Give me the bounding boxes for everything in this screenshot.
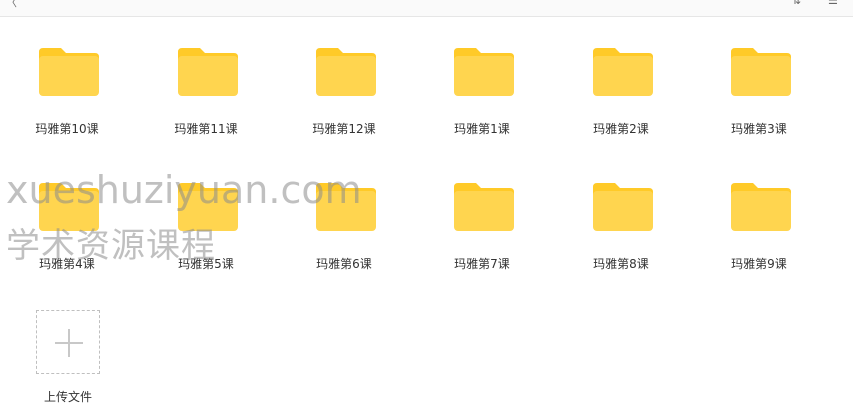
folder-item[interactable]: 玛雅第9课: [704, 181, 814, 291]
folder-label: 玛雅第2课: [593, 122, 649, 136]
folder-item[interactable]: 玛雅第2课: [566, 46, 676, 156]
folder-icon: [593, 183, 653, 231]
folder-item[interactable]: 玛雅第12课: [289, 46, 399, 156]
folder-item[interactable]: 玛雅第4课: [12, 181, 122, 291]
folder-icon: [454, 183, 514, 231]
folder-label: 玛雅第4课: [39, 257, 95, 271]
folder-icon: [593, 48, 653, 96]
folder-icon: [316, 183, 376, 231]
folder-item[interactable]: 玛雅第8课: [566, 181, 676, 291]
folder-icon: [731, 48, 791, 96]
folder-item[interactable]: 玛雅第6课: [289, 181, 399, 291]
folder-label: 玛雅第10课: [35, 122, 99, 136]
file-grid: 玛雅第10课 玛雅第11课 玛雅第12课 玛雅第1课 玛雅第2课 玛雅第3课玛雅第4课 玛雅…: [0, 0, 853, 420]
folder-label: 玛雅第7课: [454, 257, 510, 271]
folder-item[interactable]: 玛雅第1课: [427, 46, 537, 156]
folder-label: 玛雅第11课: [174, 122, 238, 136]
folder-label: 玛雅第1课: [454, 122, 510, 136]
folder-item[interactable]: 玛雅第3课: [704, 46, 814, 156]
folder-icon: [178, 48, 238, 96]
folder-icon: [39, 48, 99, 96]
folder-label: 玛雅第8课: [593, 257, 649, 271]
folder-label: 玛雅第6课: [316, 257, 372, 271]
folder-item[interactable]: 玛雅第5课: [151, 181, 261, 291]
folder-label: 玛雅第9课: [731, 257, 787, 271]
folder-icon: [454, 48, 514, 96]
folder-icon: [178, 183, 238, 231]
upload-button[interactable]: [36, 310, 100, 374]
folder-icon: [316, 48, 376, 96]
folder-item[interactable]: 玛雅第11课: [151, 46, 261, 156]
upload-label: 上传文件: [43, 390, 92, 404]
folder-item[interactable]: 玛雅第10课: [12, 46, 122, 156]
folder-label: 玛雅第3课: [731, 122, 787, 136]
plus-icon-vertical: [68, 329, 70, 357]
folder-label: 玛雅第5课: [178, 257, 234, 271]
folder-icon: [39, 183, 99, 231]
folder-item[interactable]: 玛雅第7课: [427, 181, 537, 291]
folder-label: 玛雅第12课: [312, 122, 376, 136]
folder-icon: [731, 183, 791, 231]
